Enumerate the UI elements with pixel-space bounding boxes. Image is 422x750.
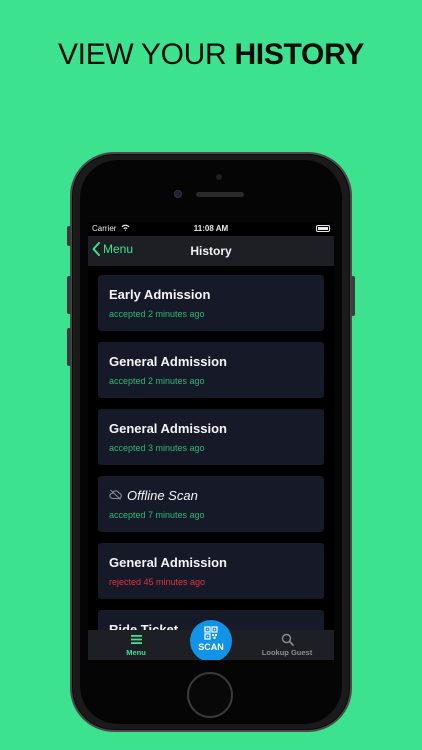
mute-switch [67, 226, 71, 246]
tab-lookup-guest[interactable]: Lookup Guest [250, 630, 324, 660]
ticket-name: Early Admission [109, 287, 211, 302]
proximity-sensor [216, 174, 222, 180]
home-button[interactable] [187, 672, 233, 718]
scan-status: accepted 2 minutes ago [109, 376, 205, 386]
earpiece-speaker [196, 192, 244, 197]
volume-up-button [67, 276, 71, 314]
clock: 11:08 AM [193, 224, 229, 233]
power-button [351, 276, 355, 316]
headline-bold: HISTORY [234, 38, 365, 71]
scan-status: accepted 7 minutes ago [109, 510, 205, 520]
history-item[interactable]: General Admission rejected 45 minutes ag… [98, 543, 324, 599]
volume-down-button [67, 328, 71, 366]
scan-status: rejected 45 minutes ago [109, 577, 206, 587]
tab-menu-label: Menu [126, 648, 146, 657]
search-icon [281, 633, 294, 646]
scan-status: accepted 2 minutes ago [109, 309, 205, 319]
ticket-name: Ride Ticket [109, 622, 179, 630]
tab-menu[interactable]: Menu [114, 630, 158, 660]
qr-code-icon [204, 626, 218, 640]
ticket-name: General Admission [109, 354, 227, 369]
app-screen: Carrier 11:08 AM Menu History Early Admi… [88, 222, 334, 660]
headline-light: VIEW YOUR [57, 38, 235, 71]
page-title: History [190, 244, 232, 258]
cloud-offline-icon [109, 489, 122, 500]
nav-bar: Menu History [88, 236, 334, 266]
ticket-name: Offline Scan [127, 488, 198, 503]
history-item[interactable]: General Admission accepted 2 minutes ago [98, 342, 324, 398]
history-item[interactable]: Offline Scan accepted 7 minutes ago [98, 476, 324, 532]
scan-label: SCAN [198, 642, 224, 652]
scan-button[interactable]: SCAN [190, 620, 232, 660]
status-bar: Carrier 11:08 AM [88, 222, 334, 236]
history-item[interactable]: General Admission accepted 3 minutes ago [98, 409, 324, 465]
history-item[interactable]: Early Admission accepted 2 minutes ago [98, 275, 324, 331]
ticket-name: General Admission [109, 421, 227, 436]
battery-icon [316, 225, 330, 232]
scan-status: accepted 3 minutes ago [109, 443, 205, 453]
front-camera [174, 190, 182, 198]
headline: VIEW YOUR HISTORY [0, 38, 422, 72]
menu-icon [130, 635, 142, 644]
ticket-name: General Admission [109, 555, 227, 570]
tab-lookup-label: Lookup Guest [261, 648, 313, 657]
history-list[interactable]: Early Admission accepted 2 minutes ago G… [88, 266, 334, 630]
